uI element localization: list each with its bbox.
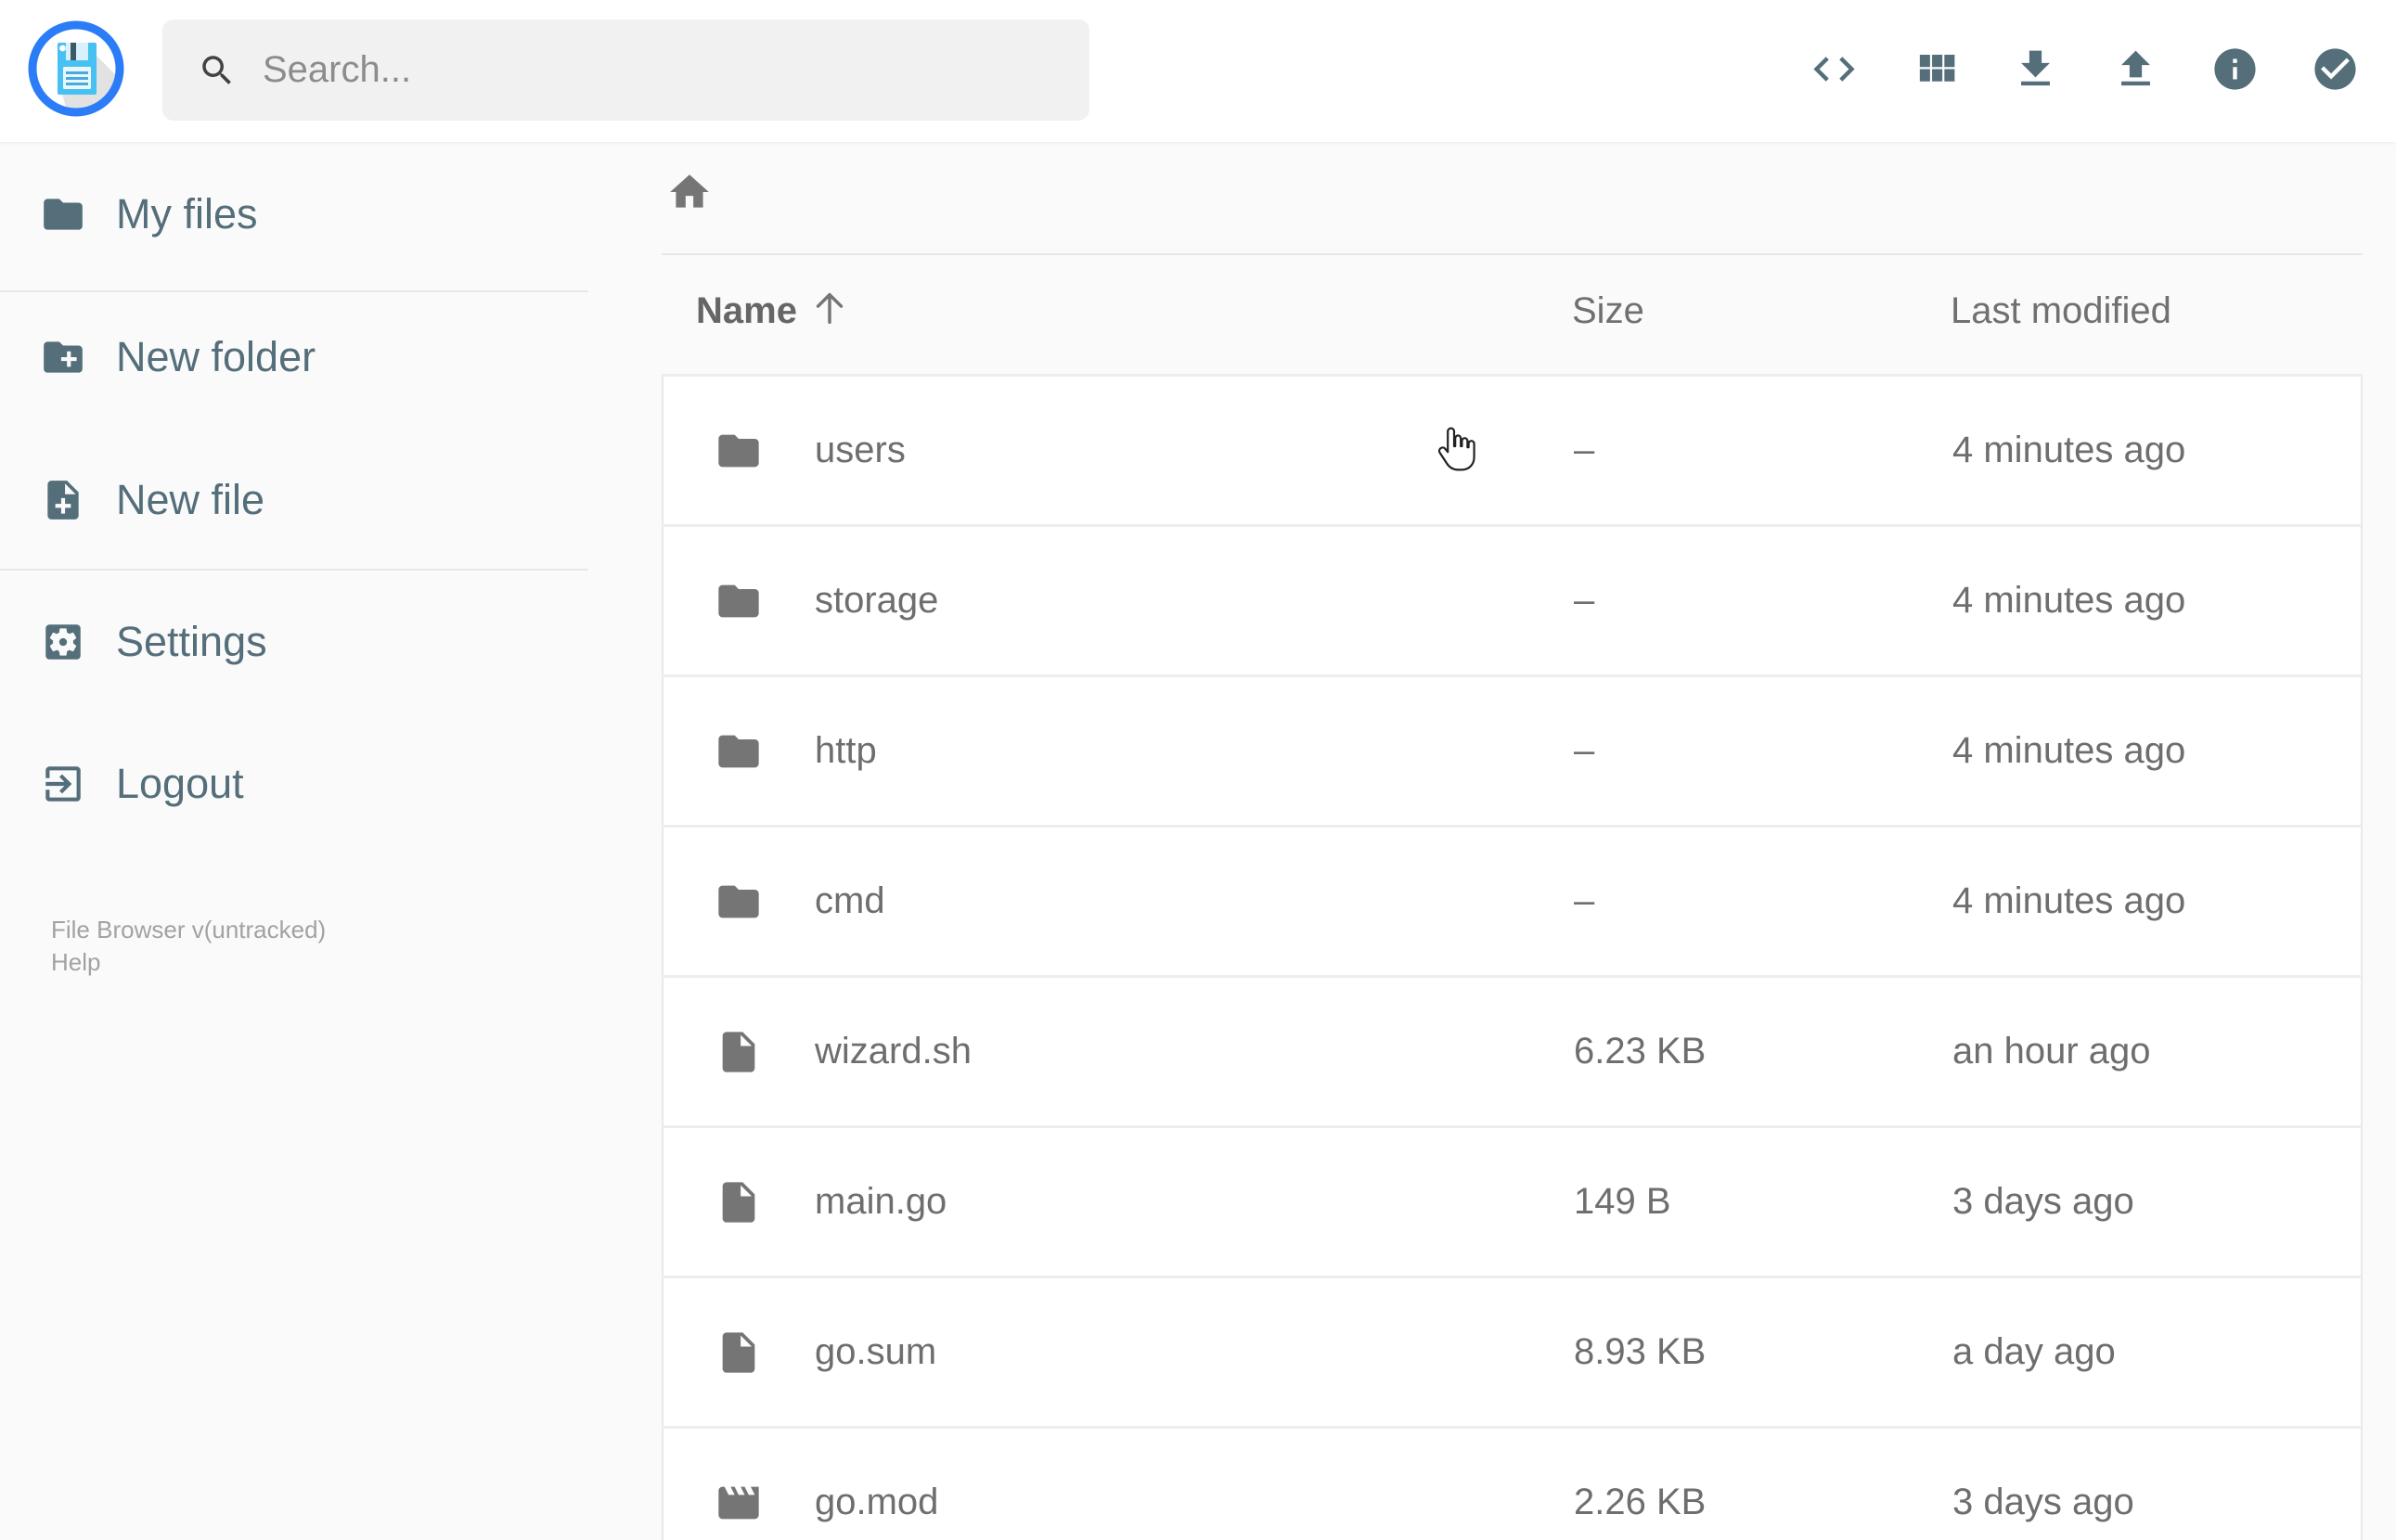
new-file-icon [40, 477, 86, 523]
file-modified: an hour ago [1952, 1031, 2151, 1072]
file-size: – [1574, 430, 1595, 470]
code-icon[interactable] [1810, 45, 1859, 94]
file-name: go.sum [815, 1331, 937, 1372]
search-icon [198, 51, 237, 90]
logout-icon [40, 761, 86, 807]
file-modified: 4 minutes ago [1952, 430, 2186, 470]
sidebar-divider [0, 569, 588, 571]
file-name: users [815, 430, 906, 470]
info-icon[interactable] [2210, 45, 2260, 94]
file-name: main.go [815, 1181, 947, 1222]
file-size: 149 B [1574, 1181, 1671, 1222]
file-modified: 4 minutes ago [1952, 730, 2186, 771]
sidebar-item-label: My files [116, 190, 258, 237]
check-circle-icon[interactable] [2311, 45, 2360, 94]
file-icon [715, 1028, 763, 1076]
folder-icon [715, 427, 763, 475]
file-size: 6.23 KB [1574, 1031, 1707, 1072]
movie-icon [715, 1479, 763, 1527]
sidebar-item-new-folder[interactable]: New folder [40, 331, 316, 383]
file-icon [715, 1178, 763, 1226]
sidebar-item-label: Settings [116, 618, 267, 665]
file-size: – [1574, 580, 1595, 621]
search-input[interactable]: Search... [162, 19, 1089, 121]
file-modified: 4 minutes ago [1952, 880, 2186, 921]
column-size[interactable]: Size [1572, 290, 1644, 332]
sidebar-item-logout[interactable]: Logout [40, 758, 244, 810]
help-link[interactable]: Help [51, 946, 326, 979]
search-placeholder: Search... [263, 49, 412, 90]
file-modified: 3 days ago [1952, 1482, 2134, 1522]
sidebar-item-label: Logout [116, 760, 244, 807]
list-item-wizard-sh[interactable]: wizard.sh 6.23 KB an hour ago [662, 975, 2363, 1125]
grid-view-icon[interactable] [1912, 45, 1961, 94]
sidebar: My files New folder New file Settings Lo… [0, 142, 588, 1540]
file-listing-pane: Name Size Last modified users – 4 minute… [588, 142, 2396, 1540]
list-item-go-mod[interactable]: go.mod 2.26 KB 3 days ago [662, 1426, 2363, 1540]
home-icon[interactable] [666, 169, 713, 215]
list-item-storage[interactable]: storage – 4 minutes ago [662, 524, 2363, 674]
sidebar-item-my-files[interactable]: My files [40, 188, 258, 240]
file-size: – [1574, 730, 1595, 771]
sort-ascending-icon[interactable] [808, 287, 851, 329]
file-name: storage [815, 580, 939, 621]
sidebar-item-label: New file [116, 476, 265, 523]
list-item-main-go[interactable]: main.go 149 B 3 days ago [662, 1125, 2363, 1276]
file-listing: users – 4 minutes ago storage – 4 minute… [662, 374, 2363, 1540]
listing-header: Name Size Last modified [662, 290, 2363, 339]
file-name: http [815, 730, 877, 771]
upload-icon[interactable] [2111, 45, 2160, 94]
list-item-go-sum[interactable]: go.sum 8.93 KB a day ago [662, 1276, 2363, 1426]
folder-icon [40, 191, 86, 237]
file-size: – [1574, 880, 1595, 921]
app-version: File Browser v(untracked) [51, 916, 327, 943]
breadcrumb-divider [662, 253, 2363, 255]
sidebar-item-label: New folder [116, 333, 316, 380]
folder-icon [715, 727, 763, 776]
sidebar-item-settings[interactable]: Settings [40, 616, 267, 668]
file-modified: a day ago [1952, 1331, 2116, 1372]
content: My files New folder New file Settings Lo… [0, 142, 2396, 1540]
file-modified: 4 minutes ago [1952, 580, 2186, 621]
settings-icon [40, 619, 86, 665]
column-name[interactable]: Name [696, 290, 797, 332]
sidebar-footer: File Browser v(untracked) Help [51, 914, 326, 979]
file-size: 8.93 KB [1574, 1331, 1707, 1372]
sidebar-item-new-file[interactable]: New file [40, 474, 264, 526]
file-modified: 3 days ago [1952, 1181, 2134, 1222]
list-item-http[interactable]: http – 4 minutes ago [662, 674, 2363, 825]
file-name: wizard.sh [815, 1031, 972, 1072]
column-last-modified[interactable]: Last modified [1951, 290, 2171, 332]
app-logo[interactable] [28, 20, 124, 117]
file-name: cmd [815, 880, 885, 921]
folder-icon [715, 878, 763, 926]
header: Search... [0, 0, 2396, 142]
folder-icon [715, 577, 763, 625]
download-icon[interactable] [2011, 45, 2060, 94]
list-item-users[interactable]: users – 4 minutes ago [662, 374, 2363, 524]
filebrowser-app: Search... My files New folder New file S… [0, 0, 2396, 1540]
file-icon [715, 1328, 763, 1377]
new-folder-icon [40, 334, 86, 380]
sidebar-divider [0, 290, 588, 292]
file-size: 2.26 KB [1574, 1482, 1707, 1522]
list-item-cmd[interactable]: cmd – 4 minutes ago [662, 825, 2363, 975]
file-name: go.mod [815, 1482, 939, 1522]
